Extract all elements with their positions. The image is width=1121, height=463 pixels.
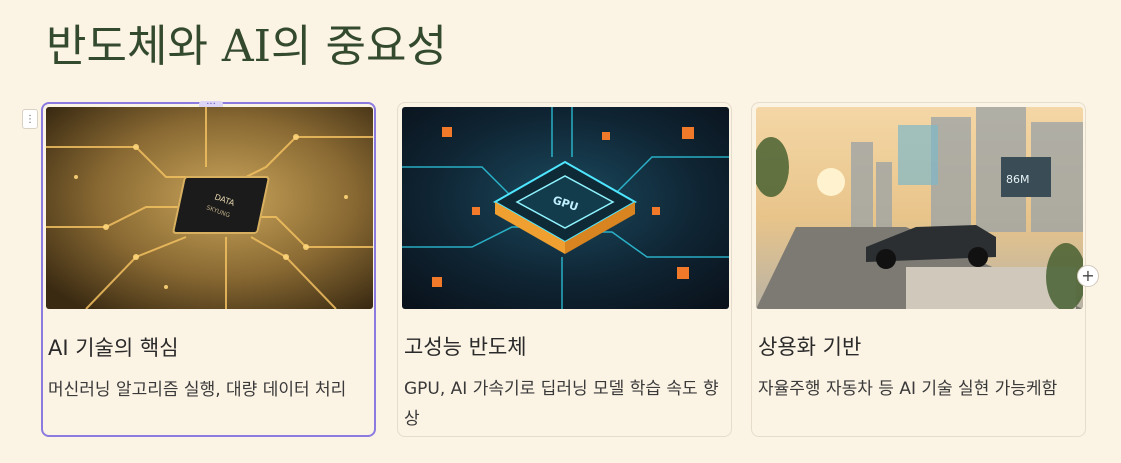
card-description: 자율주행 자동차 등 AI 기술 실현 가능케함 xyxy=(758,379,1058,399)
card-heading: AI 기술의 핵심 xyxy=(48,336,179,360)
card-heading: 상용화 기반 xyxy=(758,335,862,359)
card-ai-core[interactable]: ··· DATA SKYUNG AI 기술의 핵심 머신러닝 알고리즘 실행, … xyxy=(41,100,376,437)
card-commercialization[interactable]: 86M 상용화 기반 자율주행 자동차 등 AI 기술 실현 가능케함 xyxy=(751,102,1086,437)
screen-label: 86M xyxy=(1006,173,1030,186)
circuit-chip-image: DATA SKYUNG xyxy=(46,107,373,309)
card-grid: ··· DATA SKYUNG AI 기술의 핵심 머신러닝 알고리즘 실행, … xyxy=(41,100,1089,440)
card-description: 머신러닝 알고리즘 실행, 대량 데이터 처리 xyxy=(48,380,347,400)
card-heading: 고성능 반도체 xyxy=(404,335,527,359)
slide-page: 반도체와 AI의 중요성 ⋮ ··· DATA SKYUNG AI 기술의 핵심… xyxy=(0,0,1121,463)
page-title: 반도체와 AI의 중요성 xyxy=(46,21,447,72)
card-high-performance[interactable]: GPU 고성능 반도체 GPU, AI 가속기로 딥러닝 모델 학습 속도 향상 xyxy=(397,102,732,437)
autonomous-car-city-image: 86M xyxy=(756,107,1083,309)
drag-handle[interactable]: ⋮ xyxy=(22,109,38,129)
add-card-button[interactable]: + xyxy=(1077,265,1099,287)
card-description: GPU, AI 가속기로 딥러닝 모델 학습 속도 향상 xyxy=(404,379,719,429)
gpu-chip-image: GPU xyxy=(402,107,729,309)
